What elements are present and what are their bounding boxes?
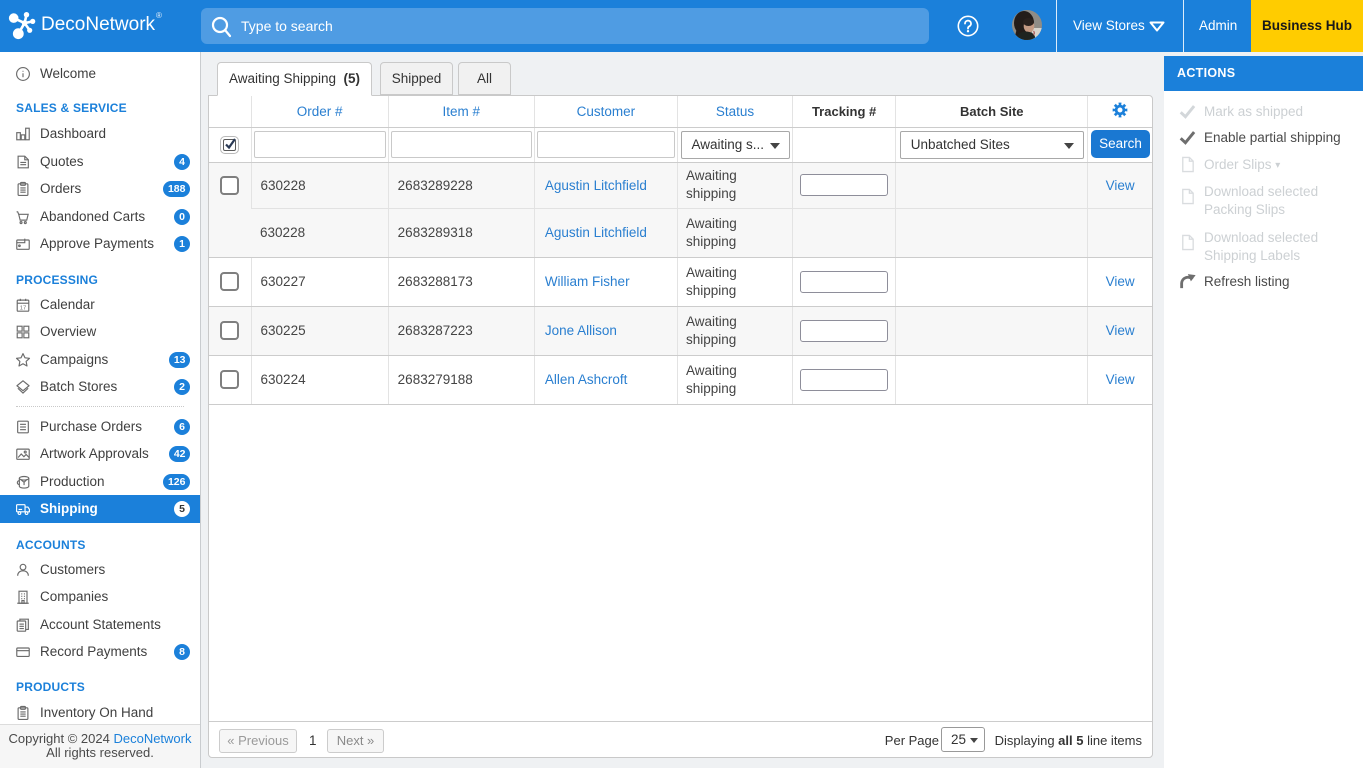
svg-text:17: 17 (20, 305, 26, 311)
